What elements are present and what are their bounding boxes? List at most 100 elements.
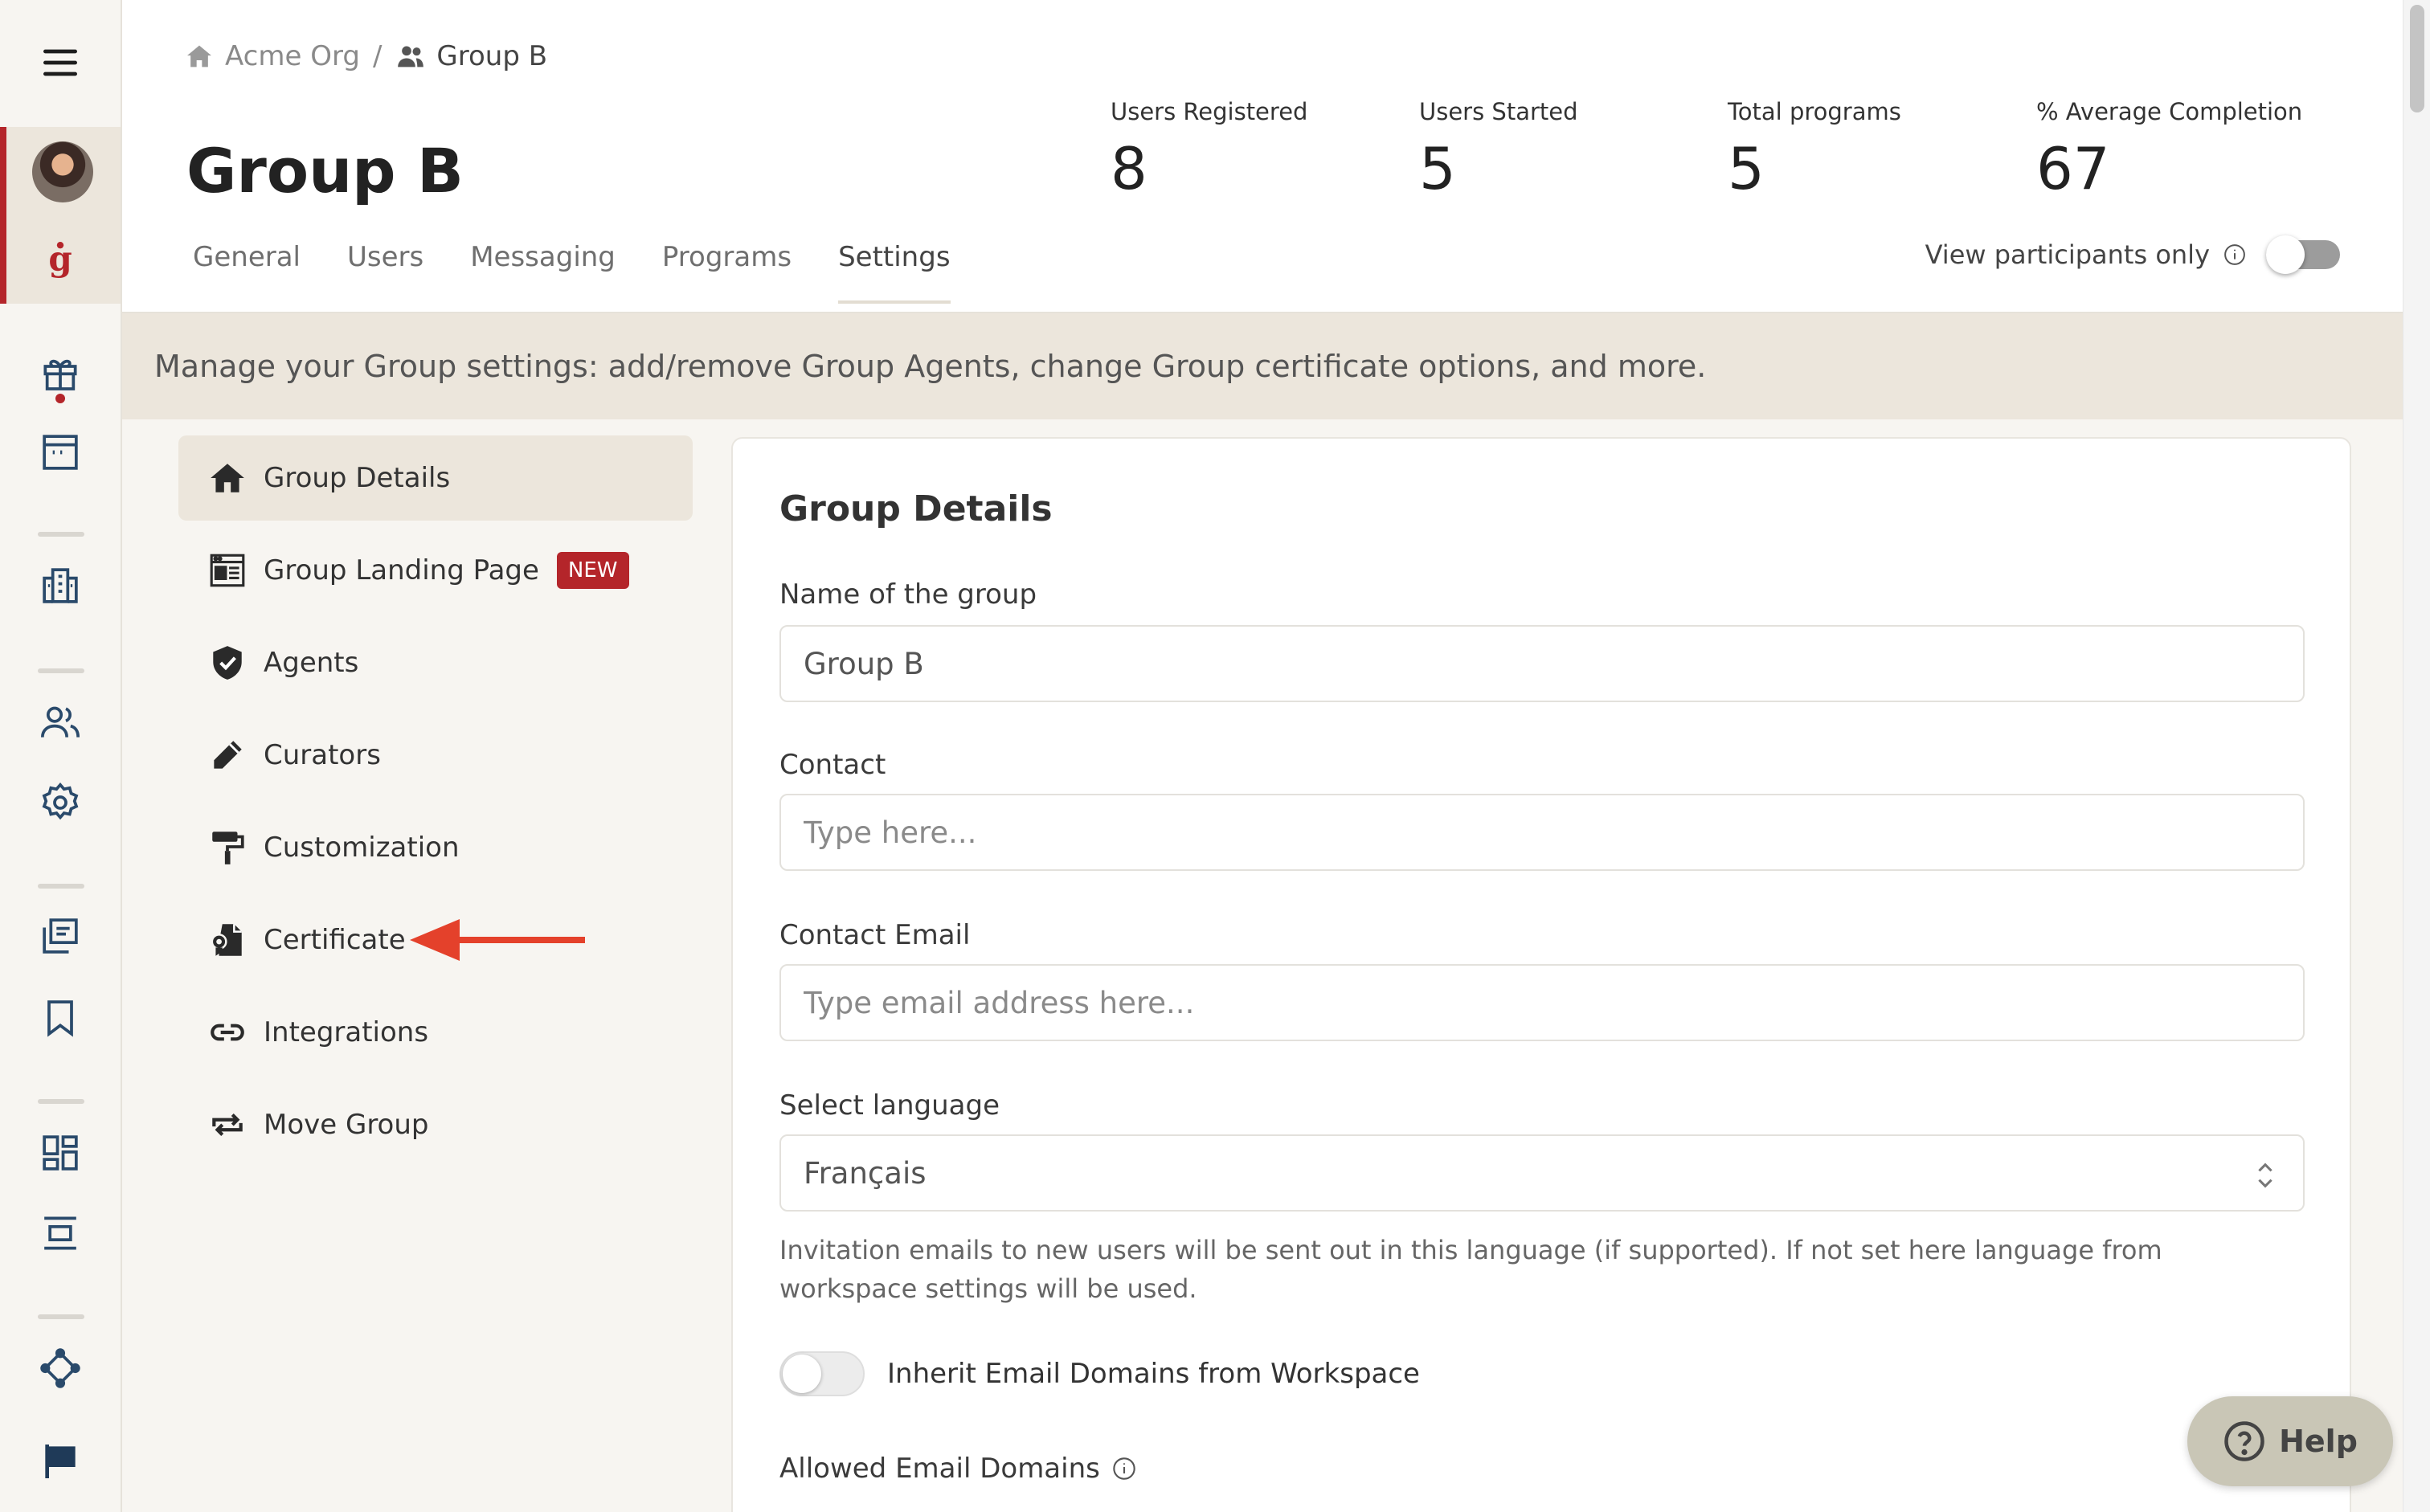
app-sidebar: g xyxy=(0,0,122,1512)
settings-banner: Manage your Group settings: add/remove G… xyxy=(122,313,2403,419)
help-label: Help xyxy=(2279,1424,2358,1459)
help-icon xyxy=(2224,1421,2264,1461)
subnav-customization[interactable]: Customization xyxy=(178,805,693,890)
gift-icon[interactable] xyxy=(0,344,121,400)
breadcrumb-current: Group B xyxy=(436,40,548,72)
rail-divider xyxy=(38,668,84,673)
stat-label: Users Started xyxy=(1419,98,1578,125)
breadcrumb: Acme Org / Group B xyxy=(183,40,547,72)
avatar[interactable] xyxy=(32,141,93,202)
nodes-icon[interactable] xyxy=(0,1340,121,1396)
language-label: Select language xyxy=(779,1089,1000,1122)
dashboard-icon[interactable] xyxy=(0,1125,121,1181)
tab-programs[interactable]: Programs xyxy=(662,241,792,304)
tab-bar: General Users Messaging Programs Setting… xyxy=(193,241,997,304)
info-icon[interactable] xyxy=(1111,1456,1137,1481)
swap-arrows-icon xyxy=(212,1114,243,1136)
paint-roller-icon xyxy=(212,832,244,864)
certificate-icon xyxy=(211,924,242,956)
contact-email-label: Contact Email xyxy=(779,919,971,951)
subnav-integrations[interactable]: Integrations xyxy=(178,990,693,1075)
new-badge: NEW xyxy=(556,552,629,589)
tab-users[interactable]: Users xyxy=(347,241,423,304)
tab-general[interactable]: General xyxy=(193,241,301,304)
info-icon[interactable] xyxy=(2223,243,2247,267)
subnav-agents[interactable]: Agents xyxy=(178,620,693,705)
subnav-label: Agents xyxy=(264,647,359,679)
inherit-email-domains-toggle[interactable] xyxy=(779,1351,865,1396)
rail-divider xyxy=(38,1099,84,1104)
gear-icon[interactable] xyxy=(0,774,121,831)
subnav-label: Integrations xyxy=(264,1016,429,1048)
shield-check-icon xyxy=(213,646,242,680)
rail-divider xyxy=(38,532,84,537)
subnav-label: Group Landing Page xyxy=(264,554,539,586)
stat-value: 67 xyxy=(2036,135,2110,202)
group-details-panel: Group Details Name of the group Contact … xyxy=(731,437,2351,1512)
subnav-label: Customization xyxy=(264,832,460,864)
library-icon[interactable] xyxy=(0,908,121,964)
home-icon xyxy=(211,464,244,492)
view-participants-label: View participants only xyxy=(1925,239,2210,270)
stat-users-started: Users Started 5 xyxy=(1419,98,1578,202)
inherit-email-domains-row: Inherit Email Domains from Workspace xyxy=(779,1351,1420,1396)
notification-dot xyxy=(55,394,65,403)
allowed-email-domains-label: Allowed Email Domains xyxy=(779,1453,1100,1485)
page-scrollbar[interactable] xyxy=(2403,0,2430,1512)
view-participants-control: View participants only xyxy=(1925,235,2340,274)
stat-users-registered: Users Registered 8 xyxy=(1111,98,1307,202)
group-name-input[interactable] xyxy=(779,625,2305,702)
pencil-icon xyxy=(214,741,242,769)
rail-divider xyxy=(38,1314,84,1319)
tab-messaging[interactable]: Messaging xyxy=(470,241,616,304)
brand-logo-icon[interactable]: g xyxy=(0,233,121,289)
language-select[interactable]: Français xyxy=(779,1134,2305,1212)
scrollbar-thumb[interactable] xyxy=(2410,5,2424,112)
subnav-label: Group Details xyxy=(264,462,451,494)
toggle-knob xyxy=(783,1355,821,1393)
menu-icon[interactable] xyxy=(0,32,121,93)
help-button[interactable]: Help xyxy=(2187,1396,2393,1486)
flag-icon[interactable] xyxy=(0,1433,121,1490)
breadcrumb-separator: / xyxy=(372,40,382,72)
page-header: Acme Org / Group B Group B Users Registe… xyxy=(122,0,2403,313)
language-help-text: Invitation emails to new users will be s… xyxy=(779,1235,2162,1304)
rail-divider xyxy=(38,884,84,889)
breadcrumb-org-link[interactable]: Acme Org xyxy=(225,40,360,72)
bookmark-icon[interactable] xyxy=(0,990,121,1046)
arrow-annotation-icon xyxy=(410,919,585,961)
select-chevron-icon xyxy=(2258,1163,2272,1188)
contact-label: Contact xyxy=(779,749,886,781)
subnav-label: Certificate xyxy=(264,924,406,956)
subnav-label: Move Group xyxy=(264,1109,429,1141)
stat-label: Users Registered xyxy=(1111,98,1308,125)
calendar-icon[interactable] xyxy=(0,424,121,480)
stat-value: 5 xyxy=(1728,135,1765,202)
stat-label: Total programs xyxy=(1728,98,1901,125)
inherit-email-domains-label: Inherit Email Domains from Workspace xyxy=(887,1358,1420,1390)
subnav-label: Curators xyxy=(264,739,381,771)
buildings-icon[interactable] xyxy=(0,558,121,614)
panel-title: Group Details xyxy=(779,488,1053,529)
stat-average-completion: % Average Completion 67 xyxy=(2036,98,2302,202)
page-title: Group B xyxy=(186,135,464,206)
stat-value: 8 xyxy=(1111,135,1148,202)
toggle-knob xyxy=(2266,235,2305,274)
stat-total-programs: Total programs 5 xyxy=(1728,98,1901,202)
stat-label: % Average Completion xyxy=(2036,98,2303,125)
subnav-group-landing-page[interactable]: Group Landing Page NEW xyxy=(178,528,693,613)
tab-settings[interactable]: Settings xyxy=(838,241,951,304)
subnav-curators[interactable]: Curators xyxy=(178,713,693,798)
subnav-group-details[interactable]: Group Details xyxy=(178,435,693,521)
group-name-label: Name of the group xyxy=(779,578,1037,611)
stat-value: 5 xyxy=(1419,135,1456,202)
subnav-move-group[interactable]: Move Group xyxy=(178,1082,693,1167)
align-center-icon[interactable] xyxy=(0,1205,121,1261)
view-participants-toggle[interactable] xyxy=(2266,235,2340,274)
users-icon[interactable] xyxy=(0,694,121,750)
language-selected-value: Français xyxy=(804,1155,927,1191)
contact-input[interactable] xyxy=(779,794,2305,871)
group-icon xyxy=(398,46,424,67)
contact-email-input[interactable] xyxy=(779,964,2305,1041)
home-icon[interactable] xyxy=(183,40,215,72)
